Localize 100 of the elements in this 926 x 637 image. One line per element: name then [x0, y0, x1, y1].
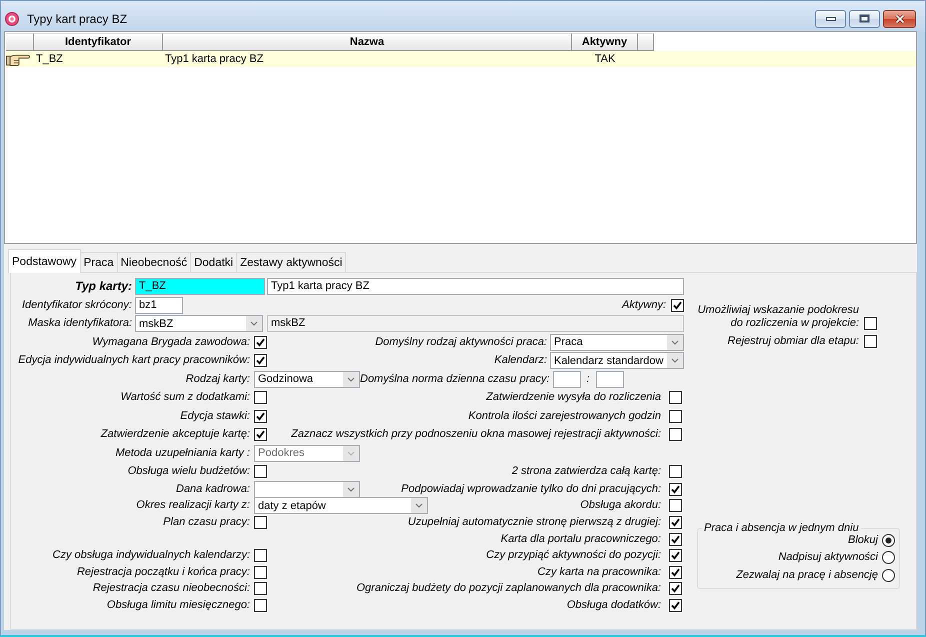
radio-button[interactable]: [882, 568, 895, 582]
maximize-button[interactable]: [849, 10, 880, 28]
checkbox[interactable]: [254, 465, 267, 478]
chevron-down-icon: [343, 482, 359, 497]
radio-button[interactable]: [882, 534, 895, 547]
field-label: Domyślny rodzaj aktywności praca:: [375, 336, 547, 349]
radio-label: Zezwalaj na pracę i absencję: [736, 568, 878, 582]
checkbox[interactable]: [669, 582, 682, 596]
pointing-hand-icon: [6, 52, 30, 66]
field-label: Umożliwiaj wskazanie podokresu do rozliczenia w projekcie:: [697, 304, 859, 330]
chevron-down-icon: [411, 498, 427, 514]
checkbox[interactable]: [669, 599, 682, 612]
checkbox[interactable]: [669, 391, 682, 404]
field-label: Plan czasu pracy:: [163, 516, 250, 530]
input-field[interactable]: T_BZ: [135, 278, 265, 295]
checkbox[interactable]: [254, 410, 267, 423]
checkbox[interactable]: [254, 354, 267, 368]
field-label: Identyfikator skrócony:: [22, 298, 132, 312]
dropdown-field[interactable]: Praca: [550, 334, 684, 351]
input-field[interactable]: [552, 370, 581, 388]
chevron-down-icon: [667, 334, 683, 350]
chevron-down-icon: [343, 372, 359, 387]
checkbox[interactable]: [669, 566, 682, 579]
dropdown-field[interactable]: mskBZ: [135, 315, 263, 332]
cell-text: TAK: [594, 53, 616, 65]
field-label: Wymagana Brygada zawodowa:: [92, 336, 250, 349]
blank-column-header: [6, 33, 34, 51]
dropdown-field[interactable]: Godzinowa: [254, 370, 360, 388]
field-label: Obsługa dodatków:: [566, 599, 661, 612]
close-icon: [894, 14, 906, 24]
radio-label: Nadpisuj aktywności: [778, 551, 878, 564]
field-label: Metoda uzupełniania karty :: [115, 446, 250, 460]
minimize-icon: [826, 16, 836, 20]
dropdown-field[interactable]: Kalendarz standardow: [550, 352, 684, 370]
dropdown-field[interactable]: [254, 480, 360, 498]
input-field: mskBZ: [267, 315, 684, 332]
blank-column-header: [638, 33, 654, 51]
field-label: Wartość sum z dodatkami:: [120, 391, 250, 404]
close-button[interactable]: [883, 10, 916, 28]
field-label: Rejestracja początku i końca pracy:: [76, 566, 250, 579]
field-label: Czy karta na pracownika:: [538, 566, 661, 579]
field-label: Domyślna norma dzienna czasu pracy:: [360, 372, 550, 386]
time-separator: :: [586, 372, 590, 386]
checkbox[interactable]: [864, 316, 877, 330]
app-logo-icon: [5, 12, 19, 26]
checkbox[interactable]: [254, 599, 267, 612]
checkbox[interactable]: [669, 465, 682, 478]
tab[interactable]: Zestawy aktywności: [236, 252, 346, 272]
tab[interactable]: Podstawowy: [8, 249, 81, 273]
field-label: Aktywny:: [622, 298, 666, 312]
field-label: Zatwierdzenie wysyła do rozliczenia: [486, 391, 661, 404]
checkbox[interactable]: [254, 566, 267, 579]
field-label: Rodzaj karty:: [186, 372, 250, 386]
field-label: Czy obsługa indywidualnych kalendarzy:: [52, 549, 250, 562]
field-label: Kontrola ilości zarejestrowanych godzin: [468, 410, 661, 423]
field-label: Ograniczaj budżety do pozycji zaplanowanych dla pracownika:: [356, 582, 661, 596]
window-title: Typy kart pracy BZ: [27, 12, 128, 26]
checkbox[interactable]: [254, 428, 267, 442]
radio-button[interactable]: [882, 551, 895, 564]
checkbox[interactable]: [669, 549, 682, 562]
input-field[interactable]: Typ1 karta pracy BZ: [267, 278, 684, 295]
field-label: Edycja stawki:: [180, 410, 250, 423]
field-label: Kalendarz:: [494, 354, 547, 368]
field-label: Rejestracja czasu nieobecności:: [92, 582, 250, 596]
checkbox[interactable]: [669, 499, 682, 512]
checkbox[interactable]: [254, 549, 267, 562]
field-label: Karta dla portalu pracowniczego:: [500, 532, 661, 546]
list-row[interactable]: T_BZ Typ1 karta pracy BZ TAK: [6, 51, 916, 67]
checkbox[interactable]: [254, 336, 267, 349]
field-label: Zatwierdzenie akceptuje kartę:: [100, 428, 250, 442]
checkbox[interactable]: [864, 334, 877, 348]
cell-text: T_BZ: [36, 53, 63, 65]
chevron-down-icon: [667, 353, 683, 368]
checkbox[interactable]: [669, 410, 682, 423]
field-label: Zaznacz wszystkich przy podnoszeniu okna masowej rejestracji aktywności:: [291, 428, 661, 442]
field-label: Maska identyfikatora:: [28, 317, 132, 330]
checkbox[interactable]: [254, 516, 267, 530]
checkbox[interactable]: [669, 428, 682, 442]
checkbox[interactable]: [669, 482, 682, 496]
field-label: Edycja indywidualnych kart pracy pracowników:: [18, 354, 250, 368]
dropdown-field[interactable]: daty z etapów: [254, 497, 428, 514]
checkbox[interactable]: [671, 298, 684, 312]
radio-label: Blokuj: [848, 534, 878, 547]
maximize-icon: [859, 14, 870, 23]
column-header[interactable]: Aktywny: [572, 33, 638, 51]
checkbox[interactable]: [669, 516, 682, 530]
field-label: Uzupełniaj automatycznie stronę pierwszą z drugiej:: [408, 516, 661, 530]
checkbox[interactable]: [254, 391, 267, 404]
input-field[interactable]: bz1: [135, 296, 183, 314]
checkbox[interactable]: [669, 532, 682, 546]
column-header[interactable]: Identyfikator: [34, 33, 163, 51]
column-header[interactable]: Nazwa: [163, 33, 572, 51]
field-label: Podpowiadaj wprowadzanie tylko do dni pracujących:: [401, 482, 661, 496]
checkbox[interactable]: [254, 582, 267, 596]
field-label: 2 strona zatwierdza całą kartę:: [512, 465, 661, 478]
field-label: Typ karty:: [75, 280, 132, 293]
minimize-button[interactable]: [815, 10, 846, 28]
field-label: Rejestruj obmiar dla etapu:: [728, 334, 859, 348]
input-field[interactable]: [596, 370, 624, 388]
field-label: Dana kadrowa:: [176, 482, 250, 496]
